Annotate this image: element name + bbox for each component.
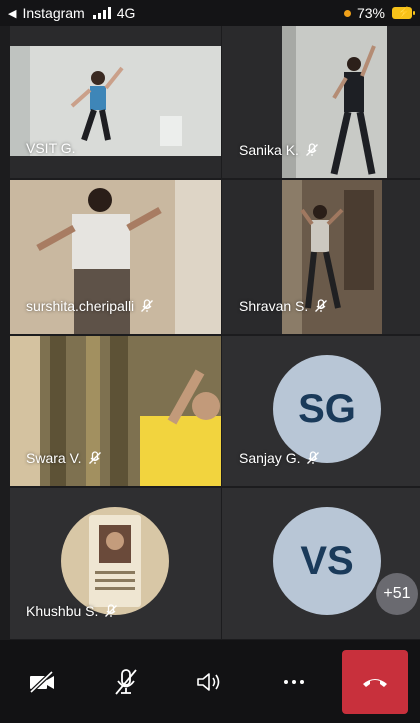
camera-off-icon bbox=[29, 670, 54, 693]
participant-tile-vs[interactable]: VS +51 bbox=[222, 488, 420, 639]
participant-tile-sanika[interactable]: Sanika K. bbox=[222, 26, 420, 178]
mic-off-icon bbox=[305, 143, 318, 156]
participant-grid: VSIT G. Sanika K. surshita.cheripalli Sh… bbox=[10, 26, 420, 639]
end-call-button[interactable] bbox=[342, 649, 408, 714]
participant-name: Sanika K. bbox=[239, 142, 319, 158]
back-arrow-icon[interactable]: ◀ bbox=[8, 7, 16, 20]
mic-off-icon bbox=[105, 604, 118, 617]
end-call-icon bbox=[363, 678, 387, 687]
recording-dot-icon bbox=[343, 9, 351, 17]
participant-name: Swara V. bbox=[26, 450, 102, 466]
participant-tile-sanjay[interactable]: SG Sanjay G. bbox=[222, 336, 420, 486]
status-bar: ◀ Instagram 4G 73% ⚡ bbox=[0, 0, 420, 26]
call-controls bbox=[0, 640, 420, 723]
participant-tile-shravan[interactable]: Shravan S. bbox=[222, 180, 420, 334]
participant-name: VSIT G. bbox=[26, 140, 76, 156]
more-icon bbox=[284, 679, 304, 684]
mic-off-icon bbox=[307, 451, 320, 464]
more-options-button[interactable] bbox=[252, 652, 336, 712]
signal-icon bbox=[92, 7, 111, 19]
participant-tile-swara[interactable]: Swara V. bbox=[10, 336, 221, 486]
participant-name: Khushbu S. bbox=[26, 603, 118, 619]
avatar-initials: SG bbox=[298, 386, 356, 431]
participant-tile-surshita[interactable]: surshita.cheripalli bbox=[10, 180, 221, 334]
camera-toggle-button[interactable] bbox=[0, 652, 84, 712]
participant-tile-vsit[interactable]: VSIT G. bbox=[10, 26, 221, 178]
overflow-count: +51 bbox=[383, 585, 411, 602]
mic-off-icon bbox=[115, 668, 137, 695]
avatar-initials: VS bbox=[300, 538, 354, 583]
status-right: 73% ⚡ bbox=[343, 5, 415, 21]
more-participants-badge[interactable]: +51 bbox=[376, 573, 418, 615]
participant-name: surshita.cheripalli bbox=[26, 298, 154, 314]
avatar: VS bbox=[273, 507, 381, 615]
mic-off-icon bbox=[88, 451, 101, 464]
battery-percent: 73% bbox=[356, 5, 385, 21]
back-app-label[interactable]: Instagram bbox=[22, 5, 84, 21]
battery-icon: ⚡ bbox=[392, 7, 415, 19]
network-label: 4G bbox=[116, 5, 136, 21]
speaker-button[interactable] bbox=[168, 652, 252, 712]
participant-name: Sanjay G. bbox=[239, 450, 320, 466]
mic-off-icon bbox=[141, 299, 154, 312]
mic-off-icon bbox=[315, 299, 328, 312]
participant-name: Shravan S. bbox=[239, 298, 328, 314]
avatar: SG bbox=[273, 355, 381, 463]
mic-toggle-button[interactable] bbox=[84, 652, 168, 712]
status-left: ◀ Instagram 4G bbox=[8, 5, 135, 21]
participant-tile-khushbu[interactable]: Khushbu S. bbox=[10, 488, 221, 639]
speaker-icon bbox=[197, 672, 220, 691]
avatar bbox=[61, 507, 169, 615]
